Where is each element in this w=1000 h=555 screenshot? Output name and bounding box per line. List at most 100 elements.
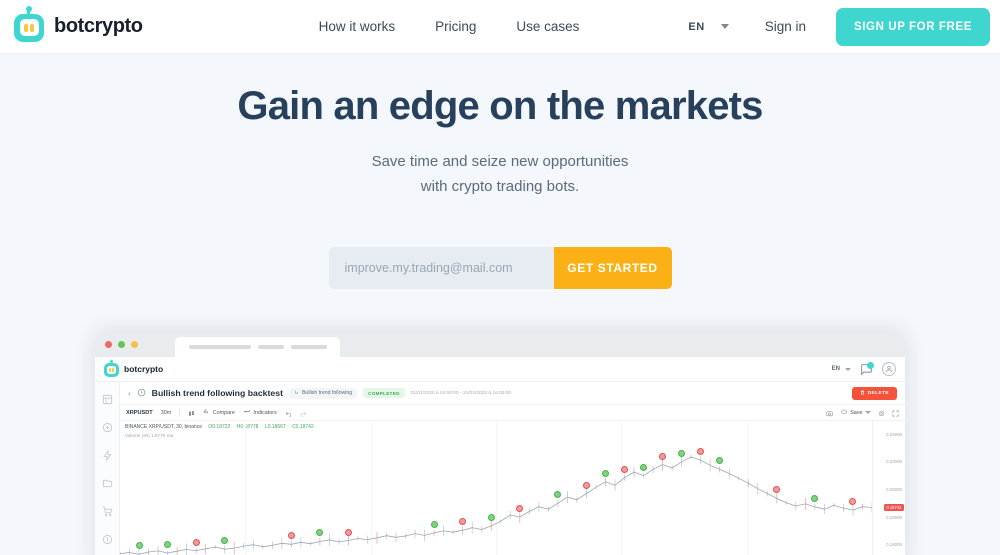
compare-button[interactable]: Compare: [203, 408, 235, 417]
buy-marker[interactable]: [601, 469, 609, 477]
current-price-label: 0.18742: [883, 504, 904, 512]
get-started-button[interactable]: GET STARTED: [553, 247, 672, 289]
sell-marker[interactable]: [621, 465, 628, 473]
history-icon[interactable]: [137, 384, 146, 402]
app-header: botcrypto EN: [95, 357, 905, 382]
chart-plot-area[interactable]: [120, 421, 872, 555]
close-window-icon[interactable]: [105, 341, 112, 348]
chart-symbol[interactable]: XRPUSDT: [126, 410, 153, 416]
trash-icon: [860, 390, 865, 397]
price-axis-tick: 0.24000: [886, 431, 902, 437]
buy-marker[interactable]: [430, 520, 438, 528]
chart-toolbar: XRPUSDT 30m Compare Indicators Save: [120, 405, 905, 421]
strategy-chip[interactable]: Bullish trend following: [288, 387, 358, 399]
buy-marker[interactable]: [164, 540, 172, 548]
nav-link-how-it-works[interactable]: How it works: [319, 19, 396, 34]
backtest-header: ‹ Bullish trend following backtest Bulli…: [120, 382, 905, 405]
hero-subtitle-line2: with crypto trading bots.: [420, 178, 580, 195]
price-series: [120, 454, 872, 555]
sell-marker[interactable]: [659, 452, 667, 460]
botcrypto-robot-logo-icon: [14, 5, 44, 42]
backtest-date-range: 01/01/2020 à 04:00:00 - 21/02/2020 à 16:…: [410, 390, 511, 396]
signup-button[interactable]: SIGN UP FOR FREE: [835, 7, 990, 46]
price-axis-tick: 0.18000: [886, 514, 902, 520]
product-screenshot-mockup: botcrypto EN ‹ Bullish trend following b…: [95, 333, 905, 555]
indicators-button[interactable]: Indicators: [243, 408, 277, 417]
notification-badge: [867, 361, 874, 369]
app-botcrypto-logo-icon: [104, 359, 119, 377]
nav-link-use-cases[interactable]: Use cases: [516, 19, 579, 34]
top-navbar: botcrypto How it works Pricing Use cases…: [0, 0, 1000, 54]
back-icon[interactable]: ‹: [128, 389, 131, 398]
landing-page: botcrypto How it works Pricing Use cases…: [0, 0, 1000, 555]
buy-marker[interactable]: [640, 463, 648, 471]
chevron-down-icon: [845, 367, 851, 371]
chevron-down-icon: [720, 24, 729, 29]
sidebar-item-bots[interactable]: [102, 420, 113, 433]
cta-form: GET STARTED: [0, 247, 1000, 289]
hero-subtitle-line1: Save time and seize new opportunities: [371, 153, 629, 170]
redo-icon[interactable]: [300, 404, 307, 422]
sell-marker[interactable]: [582, 481, 590, 489]
sell-marker[interactable]: [344, 528, 352, 536]
app-language-label: EN: [831, 366, 840, 372]
sidebar-item-help[interactable]: [102, 532, 113, 545]
price-axis-tick: 0.20000: [886, 487, 902, 493]
save-label: Save: [850, 409, 863, 416]
buy-marker[interactable]: [135, 542, 143, 550]
minimize-window-icon[interactable]: [131, 341, 138, 348]
status-badge: COMPLETED: [363, 388, 405, 398]
price-axis-tick: 0.22000: [886, 459, 902, 465]
price-axis[interactable]: 0.240000.220000.200000.180000.160000.140…: [872, 421, 905, 555]
candle-style-icon[interactable]: [188, 404, 195, 422]
indicators-label: Indicators: [253, 409, 277, 416]
browser-tab[interactable]: [175, 337, 340, 357]
gear-icon[interactable]: [878, 404, 885, 422]
sidebar-item-backtests[interactable]: [102, 448, 113, 462]
maximize-window-icon[interactable]: [118, 341, 125, 348]
brand-logo[interactable]: botcrypto: [14, 5, 143, 42]
notifications-icon[interactable]: [860, 361, 874, 376]
delete-button[interactable]: DELETE: [851, 386, 897, 400]
sidebar-item-dashboard[interactable]: [102, 392, 113, 405]
delete-label: DELETE: [867, 390, 889, 396]
compare-icon: [203, 408, 210, 417]
email-input[interactable]: [328, 247, 554, 289]
nav-right: EN Sign in SIGN UP FOR FREE: [688, 7, 990, 46]
cloud-icon: [840, 408, 848, 417]
price-axis-tick: 0.16000: [886, 542, 902, 548]
fullscreen-icon[interactable]: [892, 404, 899, 422]
save-button[interactable]: Save: [840, 408, 871, 417]
backtest-title: Bullish trend following backtest: [151, 388, 283, 398]
app-language-selector[interactable]: EN: [832, 366, 851, 372]
chart-interval[interactable]: 30m: [161, 410, 172, 416]
nav-link-pricing[interactable]: Pricing: [435, 19, 476, 34]
signin-link[interactable]: Sign in: [765, 19, 806, 34]
browser-chrome: [95, 333, 905, 357]
app-header-actions: EN: [832, 361, 896, 376]
app-sidebar: [95, 382, 120, 555]
app-body: ‹ Bullish trend following backtest Bulli…: [95, 382, 905, 555]
window-controls: [105, 341, 138, 348]
app-main: ‹ Bullish trend following backtest Bulli…: [120, 382, 905, 555]
hero-subtitle: Save time and seize new opportunities wi…: [0, 149, 1000, 199]
sidebar-item-marketplace[interactable]: [102, 504, 113, 517]
avatar[interactable]: [882, 362, 896, 376]
language-label: EN: [688, 20, 705, 33]
indicators-icon: [243, 408, 251, 417]
strategy-label: Bullish trend following: [301, 390, 353, 396]
language-selector[interactable]: EN: [688, 20, 729, 33]
buy-marker[interactable]: [487, 514, 495, 522]
undo-icon[interactable]: [285, 404, 292, 422]
sell-marker[interactable]: [192, 538, 200, 546]
price-chart[interactable]: BINANCE XRP/USDT, 30, binance O0.18722 H…: [120, 421, 905, 555]
chevron-down-icon: [865, 411, 871, 414]
app-brand-name: botcrypto: [124, 364, 164, 374]
nav-links: How it works Pricing Use cases: [319, 19, 580, 34]
buy-marker[interactable]: [678, 449, 686, 457]
camera-icon[interactable]: [825, 404, 833, 422]
chart-toolbar-right: Save: [825, 404, 899, 422]
strategy-icon: [294, 390, 299, 397]
hero-section: Gain an edge on the markets Save time an…: [0, 54, 1000, 289]
sidebar-item-strategies[interactable]: [102, 476, 113, 488]
